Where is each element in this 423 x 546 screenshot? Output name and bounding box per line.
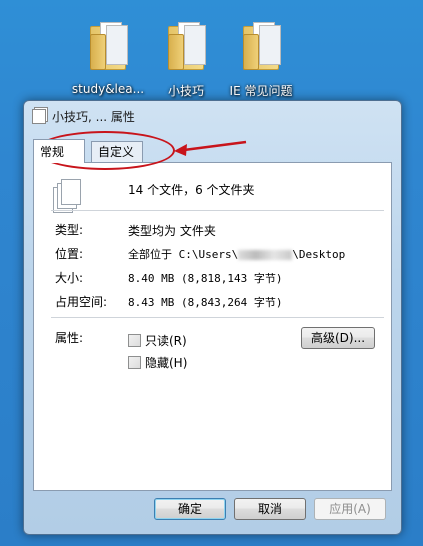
multiple-files-icon [53, 179, 81, 213]
selection-summary: 14 个文件，6 个文件夹 [128, 183, 255, 197]
desktop-icon-label: 小技巧 [167, 84, 204, 98]
desktop-icon-ie-faq[interactable]: IE 常见问题 [221, 16, 301, 99]
size-label: 大小: [55, 271, 84, 285]
type-label: 类型: [55, 223, 84, 237]
location-suffix: \Desktop [292, 248, 346, 261]
hidden-label: 隐藏(H) [145, 356, 188, 370]
location-label: 位置: [55, 247, 84, 261]
apply-button[interactable]: 应用(A) [314, 498, 386, 520]
location-value: 全部位于 C:\Users\ \Desktop [128, 246, 345, 262]
window-title: 小技巧, ... 属性 [52, 109, 135, 124]
folder-icon [243, 22, 281, 70]
tab-general[interactable]: 常规 [33, 139, 85, 163]
divider [51, 210, 384, 211]
title-bar[interactable]: 小技巧, ... 属性 [32, 107, 135, 125]
checkbox-box[interactable] [128, 334, 141, 347]
readonly-checkbox[interactable]: 只读(R) [128, 332, 187, 349]
redacted-username [238, 250, 293, 260]
ok-button[interactable]: 确定 [154, 498, 226, 520]
cancel-button[interactable]: 取消 [234, 498, 306, 520]
disk-size-label: 占用空间: [55, 295, 108, 309]
readonly-label: 只读(R) [145, 334, 187, 348]
advanced-button[interactable]: 高级(D)... [301, 327, 375, 349]
location-prefix: 全部位于 C:\Users\ [128, 248, 239, 261]
folder-icon [168, 22, 206, 70]
folder-icon [90, 22, 128, 70]
type-value: 类型均为 文件夹 [128, 224, 216, 238]
size-value: 8.40 MB (8,818,143 字节) [128, 272, 283, 285]
hidden-checkbox[interactable]: 隐藏(H) [128, 354, 187, 371]
attributes-label: 属性: [55, 331, 84, 345]
desktop-icon-tips[interactable]: 小技巧 [146, 16, 226, 99]
disk-size-value: 8.43 MB (8,843,264 字节) [128, 296, 283, 309]
documents-icon [32, 108, 46, 124]
general-panel: 14 个文件，6 个文件夹 类型: 类型均为 文件夹 位置: 全部位于 C:\U… [33, 162, 392, 491]
divider [51, 317, 384, 318]
checkbox-box[interactable] [128, 356, 141, 369]
desktop-icon-label: IE 常见问题 [229, 84, 293, 98]
annotation-arrow-icon [174, 140, 247, 156]
desktop-icon-label: study&lea... [71, 82, 145, 96]
desktop-icon-study[interactable]: study&lea... [68, 16, 148, 96]
